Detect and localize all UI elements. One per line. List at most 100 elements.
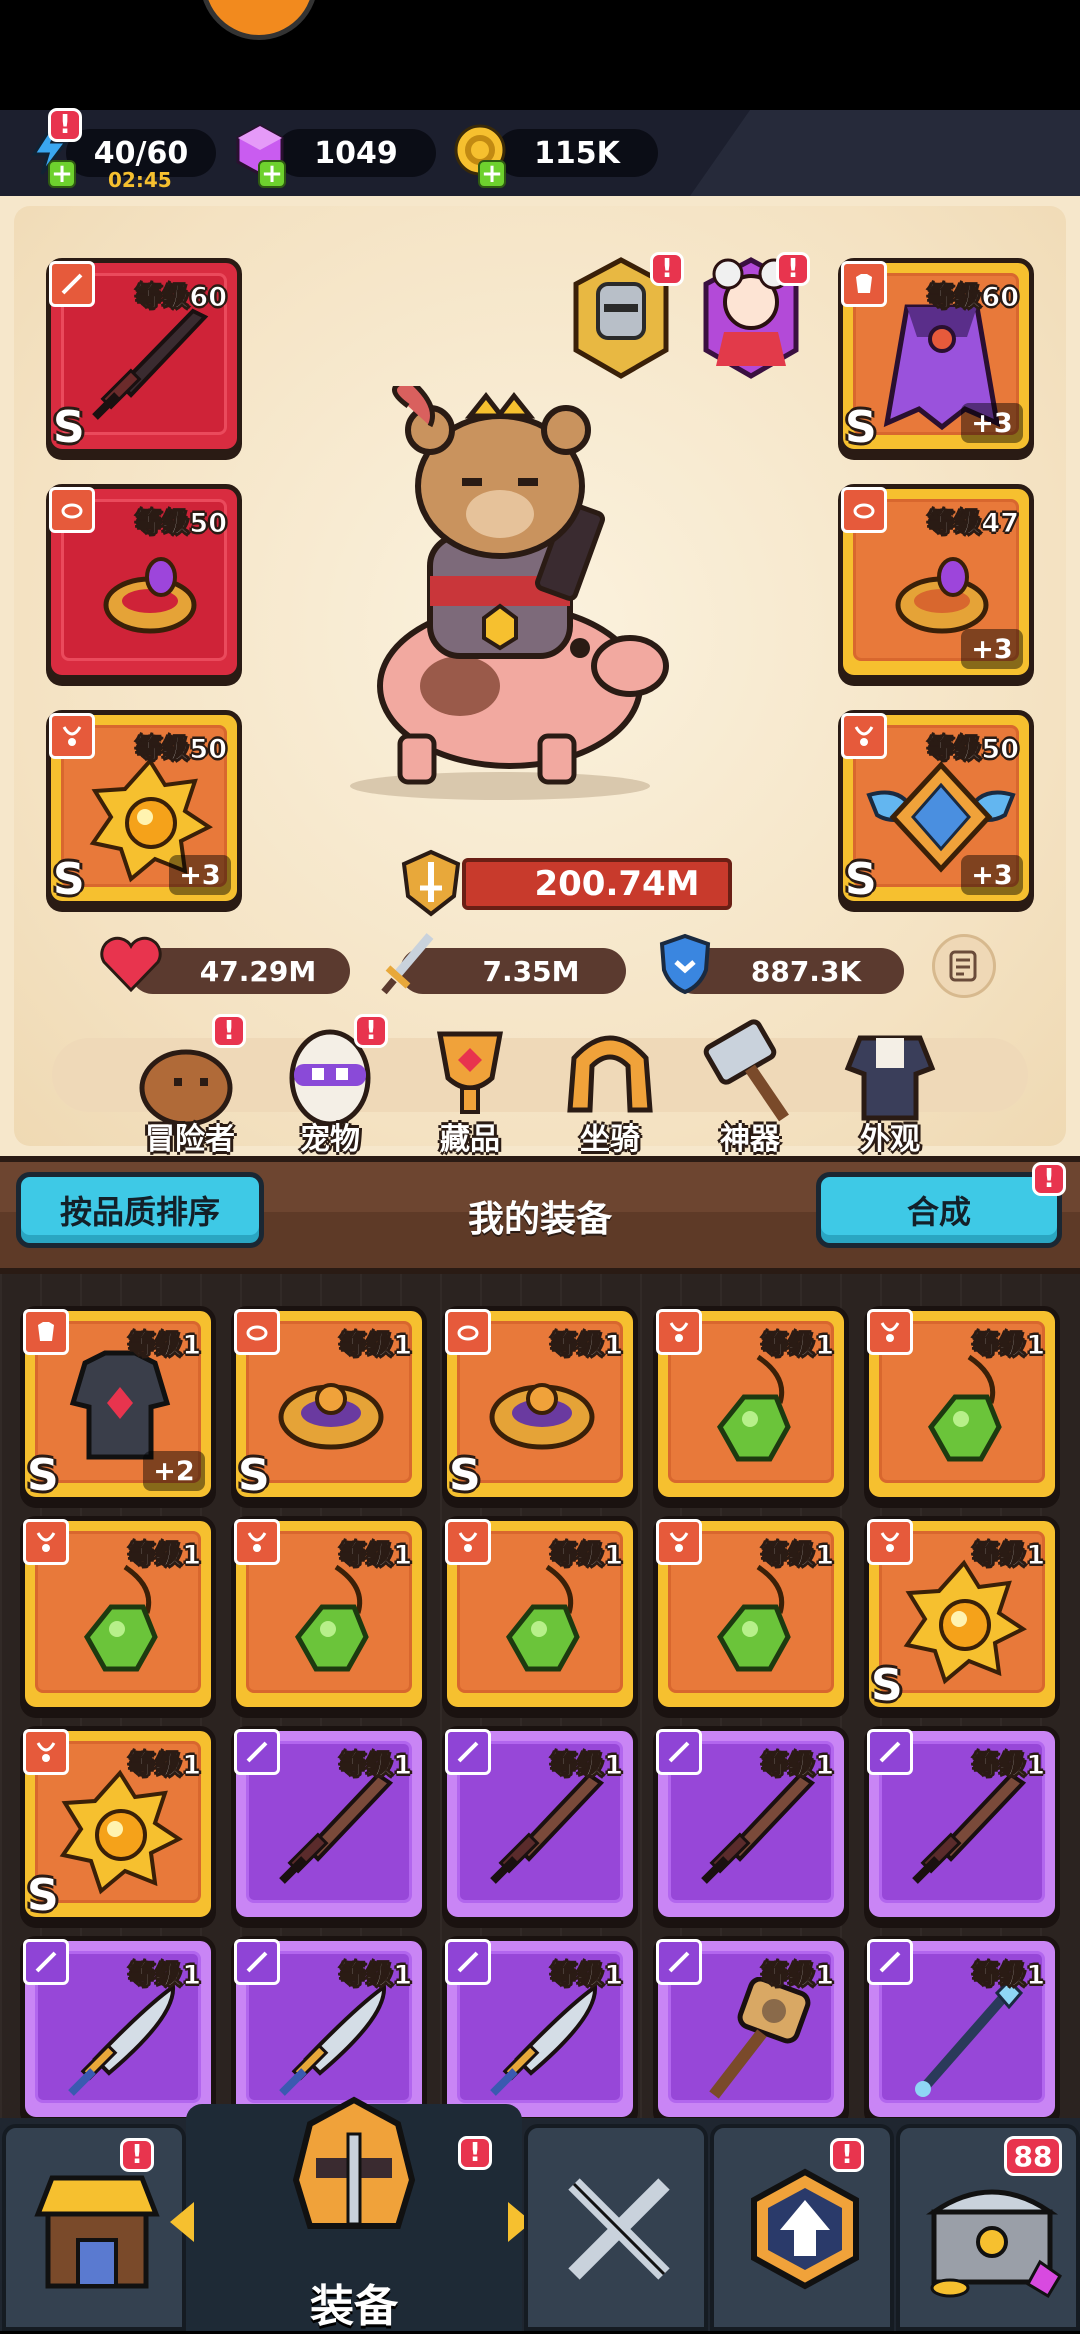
enhance-label: +3	[169, 855, 231, 895]
inventory-item-necklace[interactable]: 等级1	[231, 1516, 427, 1712]
gems-value: 1049	[314, 135, 398, 171]
helmet-icon	[292, 2096, 416, 2229]
attack-sword-icon	[381, 933, 434, 995]
blade-icon	[68, 1983, 176, 2096]
enhance-label: +2	[143, 1451, 205, 1491]
equipment-alert-badge: !	[458, 2136, 492, 2170]
tab-battle[interactable]	[524, 2124, 708, 2331]
inventory-item-blade[interactable]: 等级1	[442, 1936, 638, 2122]
tab-shop[interactable]	[2, 2124, 186, 2331]
inventory-item-sword[interactable]: 等级1	[653, 1726, 849, 1922]
inventory-item-necklace[interactable]: 等级1	[20, 1516, 216, 1712]
horseshoe-icon	[567, 1035, 653, 1113]
equip-level-label: 等级50	[135, 508, 228, 540]
gold-add-button[interactable]: +	[478, 159, 506, 189]
power-value-bar: 200.74M	[462, 858, 732, 910]
hammer-icon	[709, 1977, 811, 2099]
item-level-label: 等级1	[972, 1540, 1046, 1572]
equip-slot-ring-right[interactable]: 等级47 +3	[838, 484, 1034, 680]
item-level-label: 等级1	[972, 1750, 1046, 1782]
gems-pill[interactable]: 1049	[276, 129, 436, 177]
item-level-label: 等级1	[761, 1960, 835, 1992]
hammer-icon	[703, 1019, 789, 1122]
equip-slot-ring-left[interactable]: 等级50	[46, 484, 242, 680]
ring-category-icon	[49, 487, 95, 533]
nav-label: 神器	[720, 1122, 780, 1157]
sun-amulet-icon	[903, 1559, 1027, 1685]
inventory-item-necklace[interactable]: 等级1	[864, 1306, 1060, 1502]
energy-value: 40/60	[93, 135, 189, 171]
inventory-item-sun-amulet[interactable]: 等级1 S	[864, 1516, 1060, 1712]
necklace-category-icon	[841, 713, 887, 759]
equip-level-label: 等级60	[927, 282, 1020, 314]
ring-icon	[489, 1383, 595, 1450]
necklace-icon	[505, 1564, 580, 1672]
equip-level-label: 等级50	[135, 734, 228, 766]
sword-icon	[912, 1772, 1027, 1884]
item-level-label: 等级1	[339, 1330, 413, 1362]
enhance-label: +3	[961, 629, 1023, 669]
equip-slot-amulet-right[interactable]: 等级50 S +3	[838, 710, 1034, 906]
necklace-icon	[716, 1354, 791, 1462]
gems-add-button[interactable]: +	[258, 159, 286, 189]
sword-icon	[490, 1772, 605, 1884]
rank-label: S	[845, 854, 877, 905]
item-level-label: 等级1	[339, 1750, 413, 1782]
chest-count-badge: 88	[1004, 2136, 1062, 2176]
inventory-item-sword[interactable]: 等级1	[231, 1726, 427, 1922]
shop-icon	[34, 2175, 160, 2289]
shop-alert-badge: !	[120, 2138, 154, 2172]
inventory-item-hammer[interactable]: 等级1	[653, 1936, 849, 2122]
resource-bar-notch	[690, 110, 1080, 196]
defense-value: 887.3K	[750, 954, 862, 988]
equip-level-label: 等级50	[927, 734, 1020, 766]
shield-icon	[659, 933, 711, 995]
necklace-icon	[716, 1564, 791, 1672]
inventory-item-necklace[interactable]: 等级1	[442, 1516, 638, 1712]
inventory-item-ring[interactable]: 等级1 S	[231, 1306, 427, 1502]
nav-collection[interactable]: 藏品	[400, 1018, 540, 1158]
inventory-item-necklace[interactable]: 等级1	[653, 1306, 849, 1502]
equip-slot-amulet-left[interactable]: 等级50 S +3	[46, 710, 242, 906]
prev-arrow-icon[interactable]	[170, 2202, 194, 2242]
rank-label: S	[27, 1450, 59, 1501]
inventory-item-staff[interactable]: 等级1	[864, 1936, 1060, 2122]
gold-pill[interactable]: 115K	[496, 129, 658, 177]
nav-appearance[interactable]: 外观	[820, 1018, 960, 1158]
sort-by-quality-button[interactable]: 按品质排序	[16, 1172, 264, 1248]
inventory-item-blade[interactable]: 等级1	[20, 1936, 216, 2122]
inventory-item-ring[interactable]: 等级1 S	[442, 1306, 638, 1502]
power-value: 200.74M	[534, 864, 700, 904]
item-level-label: 等级1	[128, 1330, 202, 1362]
rank-label: S	[449, 1450, 481, 1501]
equip-level-label: 等级60	[135, 282, 228, 314]
stats-detail-button[interactable]	[932, 934, 996, 998]
rank-label: S	[53, 854, 85, 905]
ring-category-icon	[841, 487, 887, 533]
inventory-item-sun-amulet[interactable]: 等级1 S	[20, 1726, 216, 1922]
nav-label: 冒险者	[145, 1122, 235, 1157]
inventory-item-sword[interactable]: 等级1	[442, 1726, 638, 1922]
equip-slot-cape[interactable]: 等级60 S +3	[838, 258, 1034, 454]
energy-add-button[interactable]: +	[48, 159, 76, 189]
pet-alert-badge: !	[354, 1014, 388, 1048]
enhance-label: +3	[961, 855, 1023, 895]
rank-label: S	[53, 402, 85, 453]
merge-button[interactable]: 合成	[816, 1172, 1062, 1248]
upgrade-arrow-icon	[751, 2168, 859, 2290]
item-level-label: 等级1	[761, 1330, 835, 1362]
nav-mount[interactable]: 坐骑	[540, 1018, 680, 1158]
tab-upgrade[interactable]	[710, 2124, 894, 2331]
nav-label: 宠物	[300, 1122, 360, 1157]
dark-sword-icon	[92, 308, 209, 420]
knight-alert-badge: !	[650, 252, 684, 286]
nav-artifact[interactable]: 神器	[680, 1018, 820, 1158]
equip-slot-weapon[interactable]: 等级60 S	[46, 258, 242, 454]
nav-label: 外观	[860, 1122, 920, 1157]
trophy-icon	[437, 1031, 503, 1114]
item-level-label: 等级1	[550, 1750, 624, 1782]
inventory-item-sword[interactable]: 等级1	[864, 1726, 1060, 1922]
inventory-item-necklace[interactable]: 等级1	[653, 1516, 849, 1712]
upgrade-alert-badge: !	[830, 2138, 864, 2172]
inventory-item-armor[interactable]: 等级1 S +2	[20, 1306, 216, 1502]
